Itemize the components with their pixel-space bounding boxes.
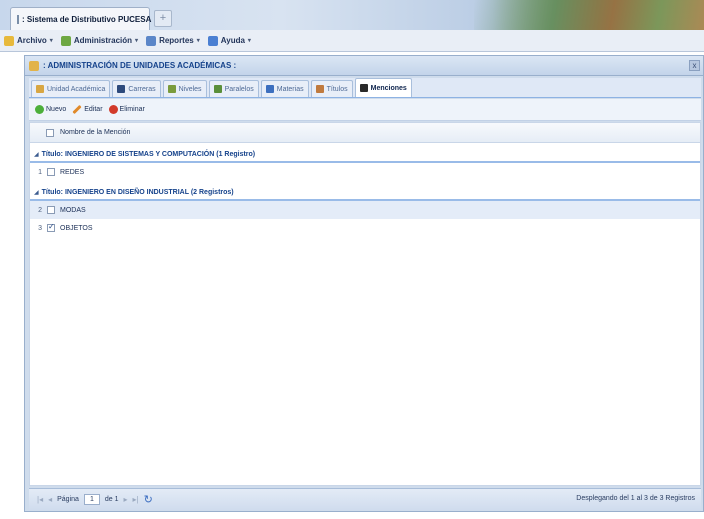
decorative-banner — [474, 0, 704, 30]
chevron-down-icon: ▾ — [196, 38, 200, 44]
row-checkbox[interactable] — [47, 168, 55, 176]
delete-button-label: Eliminar — [119, 106, 145, 113]
browser-tab-title: : Sistema de Distributivo PUCESA : — [22, 14, 156, 24]
new-tab-button[interactable]: + — [154, 10, 172, 27]
tab-label: Materias — [276, 85, 304, 93]
row-number: 3 — [38, 224, 42, 232]
group-header[interactable]: ◢ Título: INGENIERO EN DISEÑO INDUSTRIAL … — [30, 181, 700, 201]
tab-label: Paralelos — [224, 85, 254, 93]
tab-label: Unidad Académica — [47, 85, 106, 93]
table-row[interactable]: 3 OBJETOS — [30, 219, 700, 237]
group-label: Título: INGENIERO EN DISEÑO INDUSTRIAL (… — [41, 189, 234, 196]
delete-icon — [108, 105, 118, 114]
row-checkbox[interactable] — [47, 222, 55, 232]
group-label: Título: INGENIERO DE SISTEMAS Y COMPUTAC… — [41, 151, 256, 158]
menu-administración[interactable]: Administración ▾ — [60, 35, 139, 46]
tab-5[interactable]: Títulos — [310, 80, 353, 97]
tab-icon — [36, 85, 44, 93]
tab-4[interactable]: Materias — [260, 80, 309, 97]
new-button-label: Nuevo — [46, 106, 67, 113]
row-name: MODAS — [60, 206, 86, 214]
menu-icon — [146, 35, 157, 46]
row-checkbox[interactable] — [47, 206, 55, 214]
tab-2[interactable]: Niveles — [162, 80, 207, 97]
row-name: REDES — [60, 168, 85, 176]
tab-icon — [315, 85, 324, 93]
tab-icon — [213, 85, 222, 93]
browser-tab-strip: : Sistema de Distributivo PUCESA : + — [0, 0, 704, 30]
page-number-input[interactable]: 1 — [83, 494, 100, 505]
browser-tab[interactable]: : Sistema de Distributivo PUCESA : — [10, 7, 156, 30]
tab-icon — [167, 85, 176, 93]
menu-reportes[interactable]: Reportes ▾ — [146, 35, 200, 46]
menu-label: Administración — [73, 36, 133, 45]
new-button[interactable]: Nuevo — [35, 105, 66, 114]
tab-label: Títulos — [326, 85, 348, 93]
menu-icon — [4, 35, 14, 46]
tab-label: Carreras — [128, 85, 156, 93]
collapse-icon[interactable]: ◢ — [34, 151, 39, 158]
panel-header: : ADMINISTRACIÓN DE UNIDADES ACADÉMICAS … — [25, 56, 703, 76]
collapse-icon[interactable]: ◢ — [34, 189, 39, 196]
tab-3[interactable]: Paralelos — [208, 80, 259, 97]
row-name: OBJETOS — [60, 224, 93, 232]
chevron-down-icon: ▾ — [247, 38, 251, 44]
tab-icon — [117, 85, 126, 93]
menu-archivo[interactable]: Archivo ▾ — [4, 35, 53, 46]
section-tabs: Unidad Académica Carreras Niveles Paralelos… — [29, 78, 701, 98]
app-menubar: Archivo ▾ Administración ▾ Reportes ▾ Ayuda ▾ — [0, 30, 704, 52]
row-number: 1 — [38, 168, 42, 176]
tab-6[interactable]: Menciones — [354, 78, 412, 97]
menu-label: Ayuda — [220, 36, 245, 45]
page-label: Página — [57, 496, 79, 503]
refresh-icon[interactable]: ↻ — [144, 493, 153, 506]
group-header[interactable]: ◢ Título: INGENIERO DE SISTEMAS Y COMPUTA… — [30, 143, 700, 163]
pagination-bar: |◂ ◂ Página 1 de 1 ▸ ▸| ↻ Desplegando de… — [29, 488, 701, 510]
menciones-grid: Nombre de la Mención ◢ Título: INGENIERO … — [29, 122, 701, 486]
first-page-icon[interactable]: |◂ — [37, 495, 43, 504]
paging-info: Desplegando del 1 al 3 de 3 Registros — [576, 495, 695, 502]
prev-page-icon[interactable]: ◂ — [48, 495, 52, 504]
panel-title: : ADMINISTRACIÓN DE UNIDADES ACADÉMICAS … — [43, 61, 237, 70]
grid-header: Nombre de la Mención — [30, 123, 700, 143]
menu-label: Archivo — [17, 36, 47, 45]
chevron-down-icon: ▾ — [135, 38, 139, 44]
tab-label: Menciones — [370, 84, 407, 92]
tab-1[interactable]: Carreras — [112, 80, 161, 97]
grid-body: ◢ Título: INGENIERO DE SISTEMAS Y COMPUTA… — [30, 143, 700, 237]
chevron-down-icon: ▾ — [49, 38, 53, 44]
close-panel-button[interactable]: x — [689, 60, 700, 71]
table-row[interactable]: 1 REDES — [30, 163, 700, 181]
menu-icon — [207, 35, 218, 46]
select-all-checkbox[interactable] — [46, 128, 54, 137]
row-number: 2 — [38, 206, 42, 214]
page-icon — [17, 14, 19, 24]
edit-button-label: Editar — [84, 106, 103, 113]
add-icon — [35, 105, 44, 114]
edit-button[interactable]: Editar — [72, 104, 103, 115]
grid-toolbar: Nuevo Editar Eliminar — [29, 99, 701, 121]
table-row[interactable]: 2 MODAS — [30, 201, 700, 219]
last-page-icon[interactable]: ▸| — [133, 495, 139, 504]
menu-icon — [60, 35, 71, 46]
page-count-label: de 1 — [104, 496, 119, 503]
delete-button[interactable]: Eliminar — [108, 105, 145, 114]
tab-0[interactable]: Unidad Académica — [31, 80, 111, 97]
tab-label: Niveles — [178, 85, 202, 93]
menu-label: Reportes — [159, 36, 194, 45]
tab-icon — [265, 85, 274, 93]
column-header-name[interactable]: Nombre de la Mención — [60, 129, 130, 136]
pencil-icon — [72, 104, 82, 115]
tab-icon — [359, 84, 368, 92]
menu-ayuda[interactable]: Ayuda ▾ — [207, 35, 251, 46]
next-page-icon[interactable]: ▸ — [124, 495, 128, 504]
main-panel: : ADMINISTRACIÓN DE UNIDADES ACADÉMICAS … — [24, 55, 704, 512]
folder-icon — [29, 60, 39, 71]
